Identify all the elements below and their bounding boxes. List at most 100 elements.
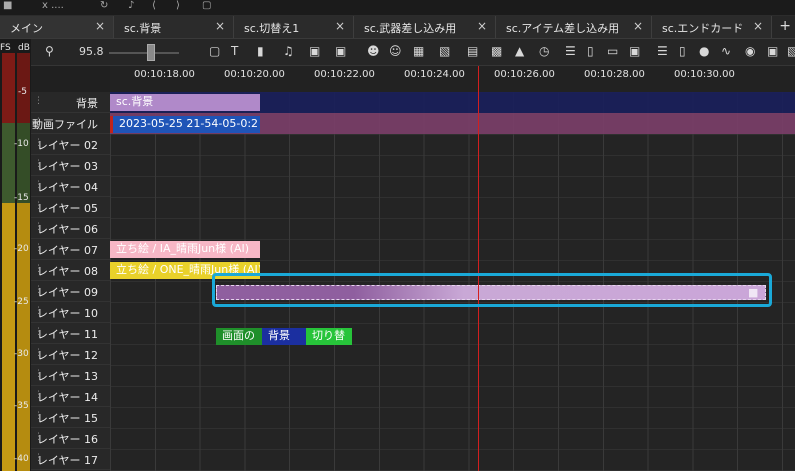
magnifier-icon: ⚲ — [45, 44, 54, 58]
timeline-toolbar: ⚲ 95.8 ▢ T ▮ ♫ ▣ ▣ ☻ ☺ ▦ ▧ ▤ ▩ ▲ ◷ ☰ ▯ ▭… — [31, 39, 795, 66]
layer-name: レイヤー 15 — [36, 412, 98, 425]
clock-icon[interactable]: ◷ — [539, 44, 549, 58]
tab-label: メイン — [10, 22, 43, 35]
shape-icon[interactable]: ▣ — [335, 44, 346, 58]
layer-name: レイヤー 12 — [36, 349, 98, 362]
layer-name: レイヤー 04 — [36, 181, 98, 194]
tool-icon[interactable]: ▢ — [202, 0, 211, 11]
layer-row-07[interactable]: ⋮ レイヤー 07 — [31, 239, 110, 260]
tab-label: sc.エンドカード — [662, 22, 744, 35]
layer-row-17[interactable]: ⋮ レイヤー 17 — [31, 449, 110, 470]
transition-icon[interactable]: ▲ — [515, 44, 524, 58]
tab-sc-endcard[interactable]: sc.エンドカード × — [652, 16, 772, 38]
close-icon[interactable]: × — [633, 19, 643, 33]
drag-handle-icon[interactable]: ⋮ — [34, 96, 43, 106]
layer-row-03[interactable]: ⋮ レイヤー 03 — [31, 155, 110, 176]
more-icon[interactable]: ▧ — [787, 44, 795, 58]
tab-sc-background[interactable]: sc.背景 × — [114, 16, 234, 38]
layer-name: レイヤー 08 — [36, 265, 98, 278]
tool-icon[interactable]: ⟨ — [152, 0, 156, 11]
close-icon[interactable]: × — [95, 19, 105, 33]
layer-name: レイヤー 17 — [36, 454, 98, 467]
layer-row-13[interactable]: ⋮ レイヤー 13 — [31, 365, 110, 386]
meter-scale-label: -5 — [18, 87, 27, 97]
smile-icon[interactable]: ☺ — [389, 44, 402, 58]
effect-icon[interactable]: ▦ — [413, 44, 424, 58]
music-icon[interactable]: ♫ — [283, 44, 294, 58]
text-clip-2[interactable]: 背景 — [262, 328, 306, 345]
folder-icon[interactable]: ▭ — [607, 44, 618, 58]
layer-name: レイヤー 02 — [36, 139, 98, 152]
video-clip[interactable]: 2023-05-25 21-54-05-0:2 — [110, 116, 260, 133]
layer-name: 背景 — [76, 97, 98, 110]
top-toolbar-strip: ■ x .... ↻ ♪ ⟨ ⟩ ▢ — [0, 0, 795, 16]
meter-scale-label: -10 — [14, 139, 29, 149]
mic-icon[interactable]: ● — [699, 44, 709, 58]
character-clip-1[interactable]: 立ち絵 / IA_晴雨Jun様 (AI) — [110, 241, 260, 258]
ruler-tick-label: 00:10:20.00 — [224, 69, 285, 80]
tool-icon[interactable]: ↻ — [100, 0, 108, 11]
add-tab-button[interactable]: + — [779, 18, 791, 34]
close-icon[interactable]: × — [477, 19, 487, 33]
layer-row-video[interactable]: ⋮ 動画ファイル — [31, 113, 110, 134]
close-icon[interactable]: × — [215, 19, 225, 33]
settings-icon[interactable]: ☰ — [657, 44, 668, 58]
list-icon[interactable]: ☰ — [565, 44, 576, 58]
meter-bar-green — [2, 123, 15, 203]
video-icon[interactable]: ▮ — [257, 44, 264, 58]
layer-row-10[interactable]: ⋮ レイヤー 10 — [31, 302, 110, 323]
person-icon[interactable]: ☻ — [367, 44, 380, 58]
tool-icon[interactable]: ♪ — [128, 0, 134, 11]
camera-icon[interactable]: ◉ — [745, 44, 755, 58]
wave-icon[interactable]: ∿ — [721, 44, 731, 58]
close-icon[interactable]: × — [335, 19, 345, 33]
tool-icon[interactable]: ⟩ — [176, 0, 180, 11]
zoom-slider-track[interactable] — [109, 52, 179, 54]
layer-name: レイヤー 07 — [36, 244, 98, 257]
tab-sc-weapon[interactable]: sc.武器差し込み用 × — [354, 16, 496, 38]
tab-bar: メイン × sc.背景 × sc.切替え1 × sc.武器差し込み用 × sc.… — [0, 16, 795, 39]
clipboard-icon[interactable]: ▣ — [767, 44, 778, 58]
meter-scale-label: -25 — [14, 297, 29, 307]
tab-main[interactable]: メイン × — [0, 16, 114, 38]
time-ruler[interactable]: 00:10:18.00 00:10:20.00 00:10:22.00 00:1… — [110, 66, 795, 93]
meter-unit-label: dB — [18, 43, 30, 53]
text-tool-icon[interactable]: T — [231, 44, 238, 58]
layer-row-14[interactable]: ⋮ レイヤー 14 — [31, 386, 110, 407]
file-icon[interactable]: ▯ — [587, 44, 594, 58]
meter-unit-label: FS — [0, 43, 11, 53]
frame-label: x .... — [42, 0, 64, 11]
meter-scale-label: -20 — [14, 244, 29, 254]
tab-sc-item[interactable]: sc.アイテム差し込み用 × — [496, 16, 652, 38]
scene-clip-background[interactable]: sc.背景 — [110, 94, 260, 111]
layer-row-12[interactable]: ⋮ レイヤー 12 — [31, 344, 110, 365]
layer-row-05[interactable]: ⋮ レイヤー 05 — [31, 197, 110, 218]
layer-row-background[interactable]: ⋮ 背景 — [31, 92, 110, 113]
align-icon[interactable]: ▤ — [467, 44, 478, 58]
layer-row-15[interactable]: ⋮ レイヤー 15 — [31, 407, 110, 428]
comment-icon[interactable]: ▢ — [209, 44, 220, 58]
layout-icon[interactable]: ▧ — [439, 44, 450, 58]
ruler-tick-label: 00:10:30.00 — [674, 69, 735, 80]
layer-row-11[interactable]: ⋮ レイヤー 11 — [31, 323, 110, 344]
playhead-marker[interactable] — [478, 66, 479, 92]
layer-row-16[interactable]: ⋮ レイヤー 16 — [31, 428, 110, 449]
layer-row-02[interactable]: ⋮ レイヤー 02 — [31, 134, 110, 155]
layer-row-08[interactable]: ⋮ レイヤー 08 — [31, 260, 110, 281]
text-clip-3[interactable]: 切り替 — [306, 328, 352, 345]
save-icon[interactable]: ▣ — [629, 44, 640, 58]
close-icon[interactable]: × — [753, 19, 763, 33]
export-icon[interactable]: ▯ — [679, 44, 686, 58]
tab-sc-switch1[interactable]: sc.切替え1 × — [234, 16, 354, 38]
stop-icon[interactable]: ■ — [3, 0, 12, 11]
layer-row-06[interactable]: ⋮ レイヤー 06 — [31, 218, 110, 239]
zoom-slider-thumb[interactable] — [147, 44, 155, 61]
layer-row-04[interactable]: ⋮ レイヤー 04 — [31, 176, 110, 197]
layer-row-09[interactable]: ⋮ レイヤー 09 — [31, 281, 110, 302]
text-clip-1[interactable]: 画面の — [216, 328, 262, 345]
layer-name: レイヤー 09 — [36, 286, 98, 299]
grid-icon[interactable]: ▩ — [491, 44, 502, 58]
meter-bar-red — [2, 53, 15, 123]
layer-name: レイヤー 10 — [36, 307, 98, 320]
image-icon[interactable]: ▣ — [309, 44, 320, 58]
